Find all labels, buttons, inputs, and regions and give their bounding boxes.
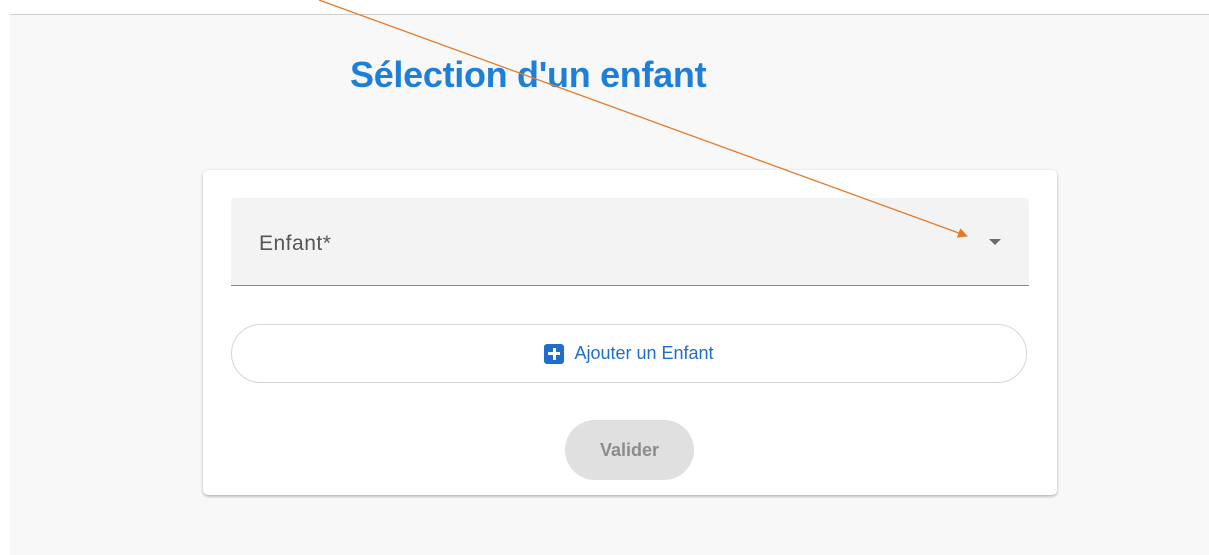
annotation-arrow [318,0,968,238]
annotation-arrow-line [318,0,968,238]
